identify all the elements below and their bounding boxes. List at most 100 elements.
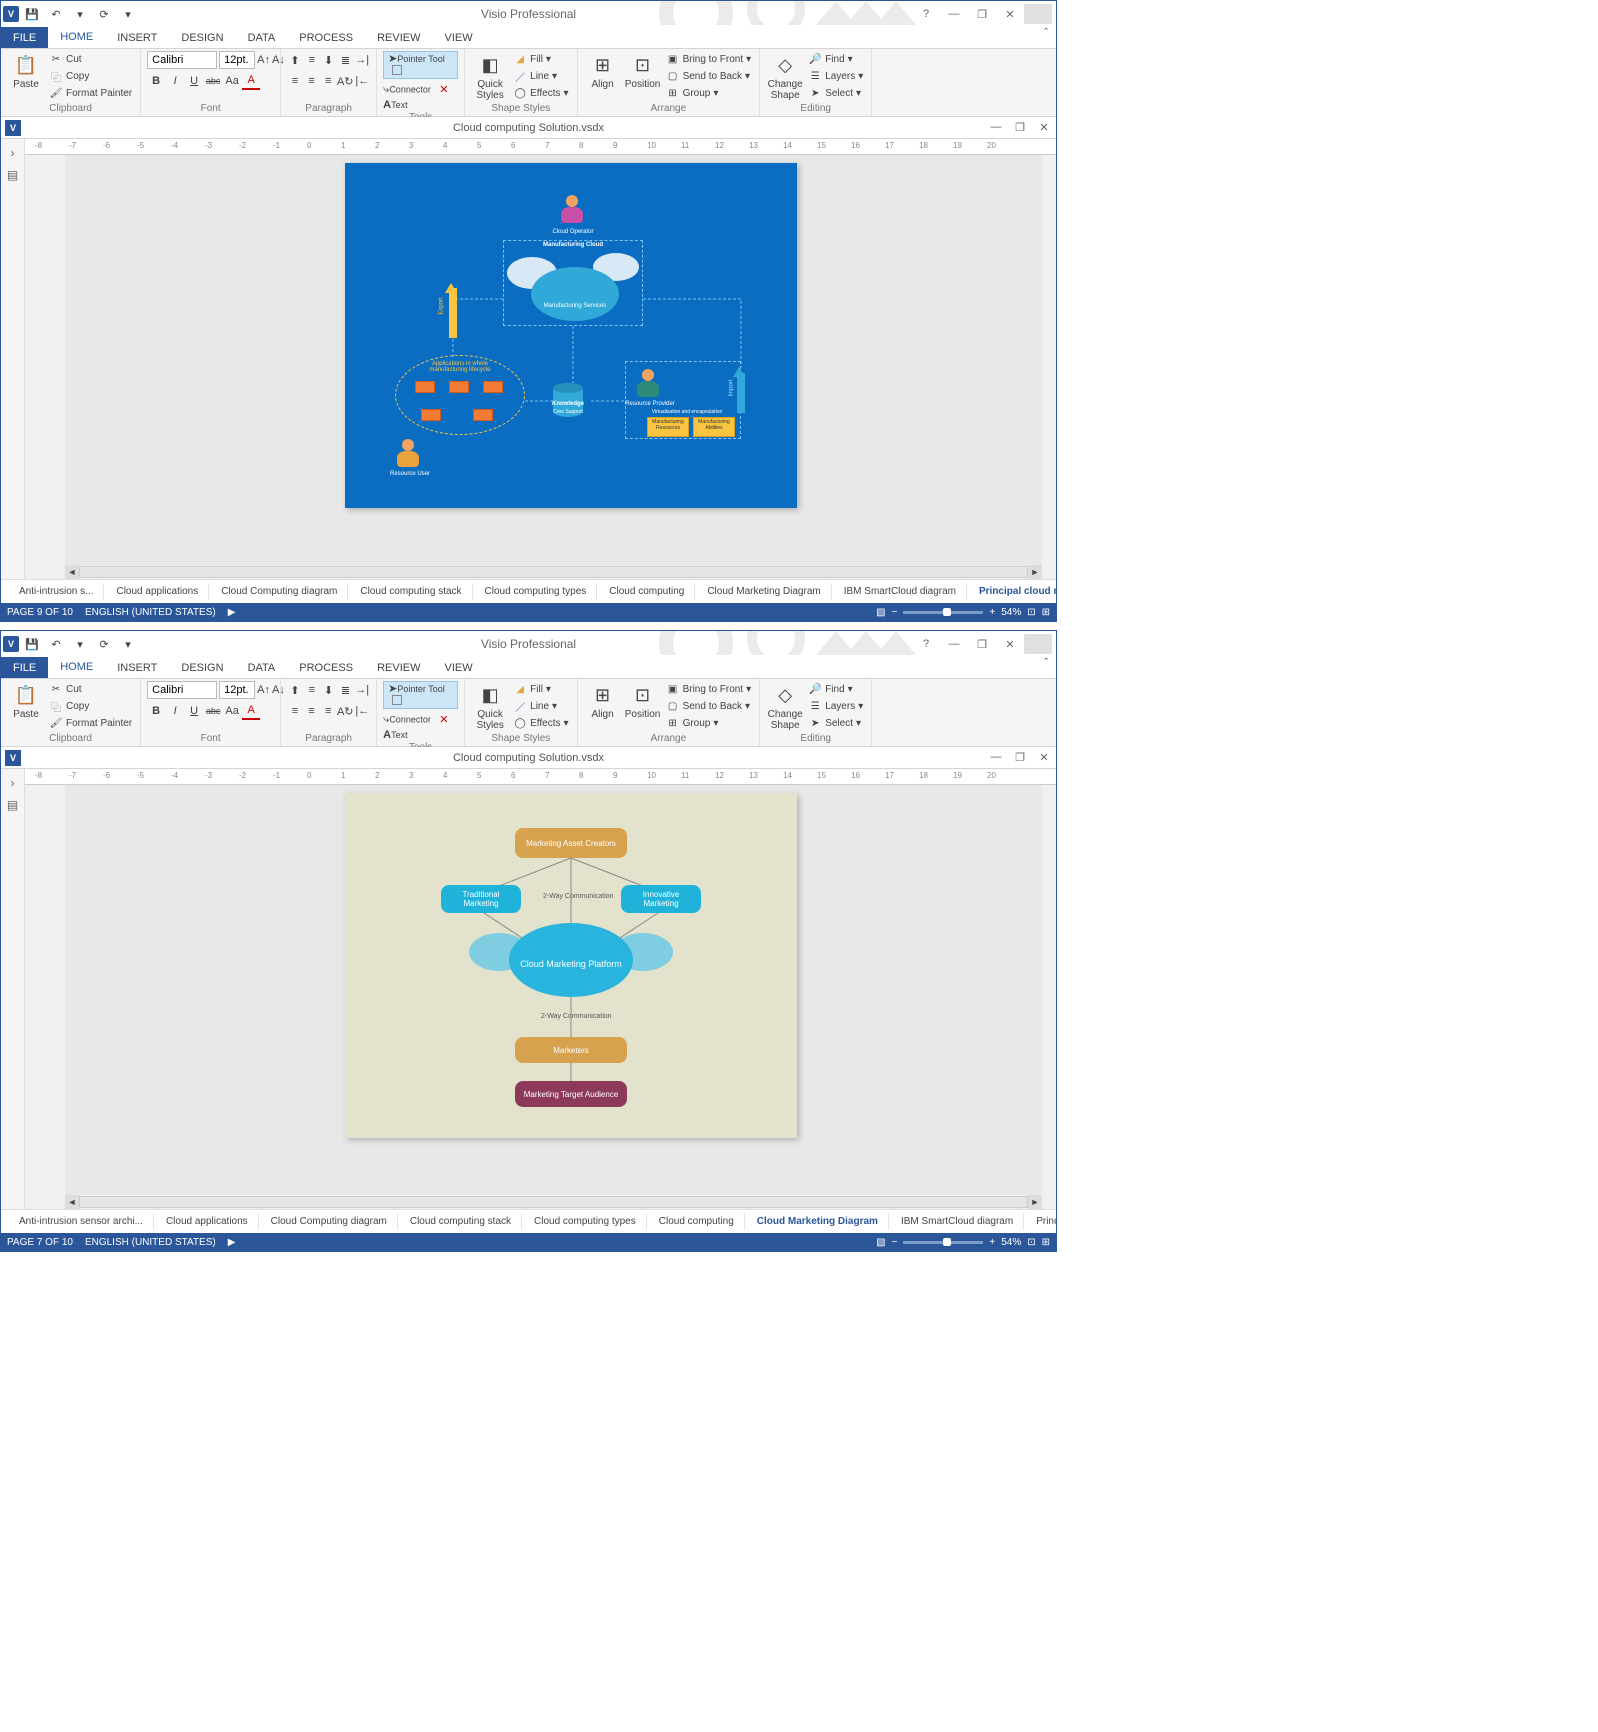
tab-view[interactable]: VIEW	[432, 27, 484, 48]
language-indicator[interactable]: ENGLISH (UNITED STATES)	[85, 607, 216, 618]
align-left-button[interactable]: ≡	[287, 702, 303, 720]
presentation-icon[interactable]: ▧	[876, 607, 885, 618]
layers-button[interactable]: ☰Layers ▾	[806, 69, 865, 85]
help-button[interactable]: ?	[912, 634, 940, 654]
quick-styles-button[interactable]: ◧Quick Styles	[471, 51, 509, 102]
doc-close[interactable]: ✕	[1032, 121, 1056, 134]
position-button[interactable]: ⊡Position	[624, 51, 662, 102]
page-tab[interactable]: Cloud computing stack	[400, 1213, 522, 1230]
pointer-tool-button[interactable]: ➤Pointer Tool	[383, 681, 458, 709]
copy-button[interactable]: ⿻Copy	[47, 69, 134, 85]
tab-home[interactable]: HOME	[48, 27, 105, 48]
font-size-input[interactable]	[219, 681, 255, 699]
zoom-out-button[interactable]: −	[892, 1237, 898, 1248]
fill-button[interactable]: ◢Fill ▾	[511, 52, 570, 68]
indent-button[interactable]: →|	[354, 51, 370, 69]
align-middle-button[interactable]: ≡	[304, 51, 320, 69]
font-name-input[interactable]	[147, 51, 217, 69]
doc-minimize[interactable]: —	[984, 751, 1008, 764]
scroll-left-button[interactable]: ◄	[65, 565, 79, 579]
page-tab[interactable]: Cloud Computing diagram	[211, 583, 348, 600]
align-right-button[interactable]: ≡	[320, 72, 336, 90]
tab-review[interactable]: REVIEW	[365, 657, 432, 678]
tab-view[interactable]: VIEW	[432, 657, 484, 678]
align-button[interactable]: ⊞Align	[584, 51, 622, 102]
underline-button[interactable]: U	[185, 702, 203, 720]
horizontal-scrollbar[interactable]: ◄ ►	[65, 565, 1042, 579]
bold-button[interactable]: B	[147, 72, 165, 90]
scroll-right-button[interactable]: ►	[1028, 565, 1042, 579]
app-box-2[interactable]	[449, 381, 469, 393]
scroll-track[interactable]	[79, 566, 1028, 578]
align-top-button[interactable]: ⬆	[287, 51, 303, 69]
page-tab[interactable]: Cloud Marketing Diagram	[697, 583, 831, 600]
tab-process[interactable]: PROCESS	[287, 27, 365, 48]
qat-more[interactable]: ▾	[117, 3, 139, 25]
align-bottom-button[interactable]: ⬇	[321, 51, 337, 69]
zoom-out-button[interactable]: −	[892, 607, 898, 618]
restore-button[interactable]: ❐	[968, 634, 996, 654]
app-box-3[interactable]	[483, 381, 503, 393]
bring-front-button[interactable]: ▣Bring to Front ▾	[664, 52, 754, 68]
macro-icon[interactable]: ▶	[228, 607, 236, 618]
presentation-icon[interactable]: ▧	[876, 1237, 885, 1248]
doc-minimize[interactable]: —	[984, 121, 1008, 134]
italic-button[interactable]: I	[166, 72, 184, 90]
tab-insert[interactable]: INSERT	[105, 27, 169, 48]
cut-button[interactable]: ✂Cut	[47, 52, 134, 68]
font-color-button[interactable]: A	[242, 702, 260, 720]
scroll-right-button[interactable]: ►	[1028, 1195, 1042, 1209]
outdent-button[interactable]: |←	[355, 72, 371, 90]
zoom-slider[interactable]	[903, 1241, 983, 1244]
collapse-ribbon-icon[interactable]: ˆ	[1036, 657, 1056, 678]
align-middle-button[interactable]: ≡	[304, 681, 320, 699]
orientation-button[interactable]: A↻	[337, 72, 354, 90]
doc-restore[interactable]: ❐	[1008, 751, 1032, 764]
connector-tool-button[interactable]: ⤷Connector✕	[383, 80, 458, 98]
app-box-1[interactable]	[415, 381, 435, 393]
text-tool-button[interactable]: AText	[383, 729, 458, 741]
audience-box[interactable]: Marketing Target Audience	[515, 1081, 627, 1107]
canvas[interactable]: Marketing Asset Creators Traditional Mar…	[65, 785, 1042, 1195]
export-arrow[interactable]	[449, 288, 457, 338]
orientation-button[interactable]: A↻	[337, 702, 354, 720]
case-button[interactable]: Aa	[223, 702, 241, 720]
rect-button[interactable]	[392, 65, 402, 75]
align-left-button[interactable]: ≡	[287, 72, 303, 90]
collapse-ribbon-icon[interactable]: ˆ	[1036, 27, 1056, 48]
tab-design[interactable]: DESIGN	[169, 657, 235, 678]
asset-creators-box[interactable]: Marketing Asset Creators	[515, 828, 627, 858]
zoom-level[interactable]: 54%	[1001, 607, 1021, 618]
fit-width-button[interactable]: ⊞	[1042, 1237, 1050, 1248]
change-shape-button[interactable]: ◇Change Shape	[766, 51, 804, 102]
tab-file[interactable]: FILE	[1, 657, 48, 678]
rect-button[interactable]	[392, 695, 402, 705]
fit-page-button[interactable]: ⊡	[1027, 607, 1035, 618]
tab-process[interactable]: PROCESS	[287, 657, 365, 678]
grow-font-button[interactable]: A↑	[257, 51, 270, 69]
copy-button[interactable]: ⿻Copy	[47, 699, 134, 715]
user-avatar[interactable]	[1024, 4, 1052, 24]
page-indicator[interactable]: PAGE 9 OF 10	[7, 607, 73, 618]
bullets-button[interactable]: ≣	[338, 681, 354, 699]
drawing-page-1[interactable]: Cloud Operator Manufacturing Cloud Manuf…	[345, 163, 797, 508]
align-center-button[interactable]: ≡	[304, 702, 320, 720]
mfg-abilities-box[interactable]: Manufacturing Abilities	[693, 417, 735, 437]
qat-dropdown[interactable]: ▾	[69, 633, 91, 655]
cut-button[interactable]: ✂Cut	[47, 682, 134, 698]
close-button[interactable]: ✕	[996, 634, 1024, 654]
quick-styles-button[interactable]: ◧Quick Styles	[471, 681, 509, 732]
group-button[interactable]: ⊞Group ▾	[664, 716, 754, 732]
undo-button[interactable]: ↶	[45, 3, 67, 25]
import-arrow[interactable]	[737, 373, 745, 413]
undo-button[interactable]: ↶	[45, 633, 67, 655]
page-tab[interactable]: Principal cloud manufact...	[969, 583, 1056, 600]
page-tab[interactable]: Cloud applications	[156, 1213, 259, 1230]
shapes-panel-toggle[interactable]: ›	[5, 145, 21, 161]
strike-button[interactable]: abc	[204, 72, 222, 90]
position-button[interactable]: ⊡Position	[624, 681, 662, 732]
scroll-track[interactable]	[79, 1196, 1028, 1208]
scroll-left-button[interactable]: ◄	[65, 1195, 79, 1209]
layers-button[interactable]: ☰Layers ▾	[806, 699, 865, 715]
strike-button[interactable]: abc	[204, 702, 222, 720]
